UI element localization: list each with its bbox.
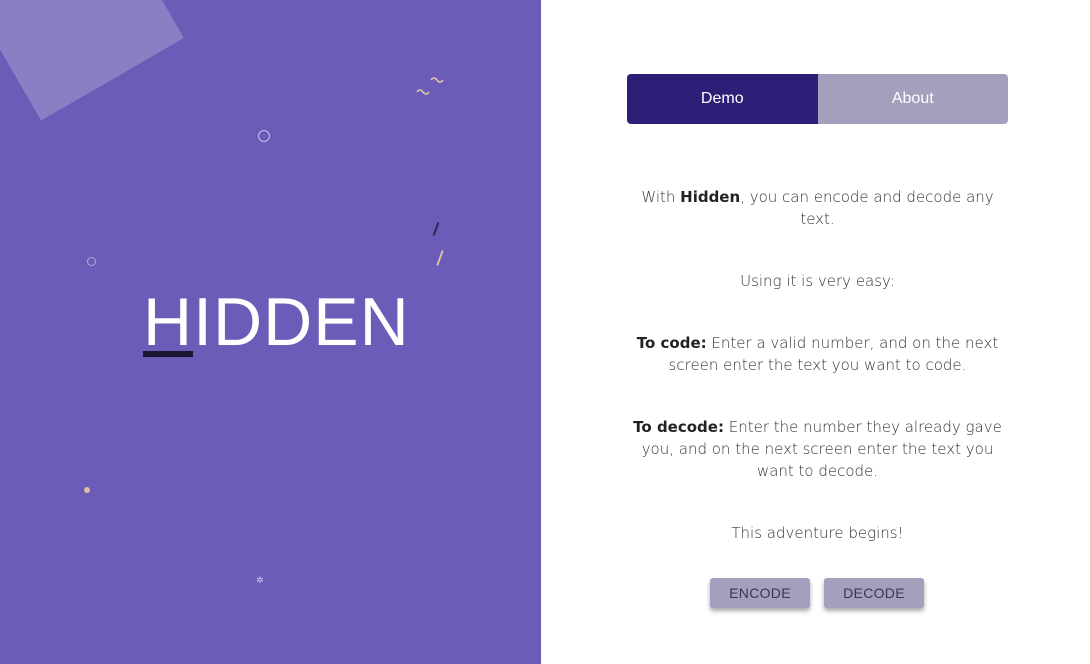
- decorative-square: [0, 0, 184, 121]
- intro-app-name: Hidden: [680, 188, 741, 206]
- decode-info: To decode: Enter the number they already…: [627, 416, 1008, 482]
- encode-button[interactable]: ENCODE: [710, 578, 810, 608]
- intro-prefix: With: [641, 188, 681, 206]
- decode-info-label: To decode:: [633, 418, 724, 436]
- encode-info-label: To code:: [636, 334, 707, 352]
- action-buttons: ENCODE DECODE: [710, 578, 924, 608]
- closing-text: This adventure begins!: [731, 524, 904, 542]
- tab-about[interactable]: About: [817, 74, 1008, 124]
- encode-info: To code: Enter a valid number, and on th…: [627, 332, 1008, 376]
- decorative-circle: [258, 130, 270, 142]
- decorative-line-dark: [432, 222, 440, 236]
- decorative-circle-small: [87, 257, 96, 266]
- info-panel: Demo About With Hidden, you can encode a…: [541, 0, 1090, 664]
- usage-text: Using it is very easy:: [740, 272, 895, 290]
- description: With Hidden, you can encode and decode a…: [627, 186, 1008, 584]
- intro-text: With Hidden, you can encode and decode a…: [627, 186, 1008, 230]
- tab-bar: Demo About: [627, 74, 1008, 124]
- brand-underline: [143, 351, 193, 357]
- hero-panel: ✲ HIDDEN: [0, 0, 541, 664]
- brand-title: HIDDEN: [143, 284, 410, 360]
- decorative-dot: [84, 487, 90, 493]
- decorative-squiggle: [416, 77, 444, 95]
- decode-button[interactable]: DECODE: [824, 578, 924, 608]
- encode-info-text: Enter a valid number, and on the next sc…: [668, 334, 999, 374]
- decorative-star-icon: ✲: [256, 576, 264, 586]
- decorative-line-light: [436, 250, 444, 266]
- tab-demo[interactable]: Demo: [627, 74, 818, 124]
- intro-suffix: , you can encode and decode any text.: [740, 188, 994, 228]
